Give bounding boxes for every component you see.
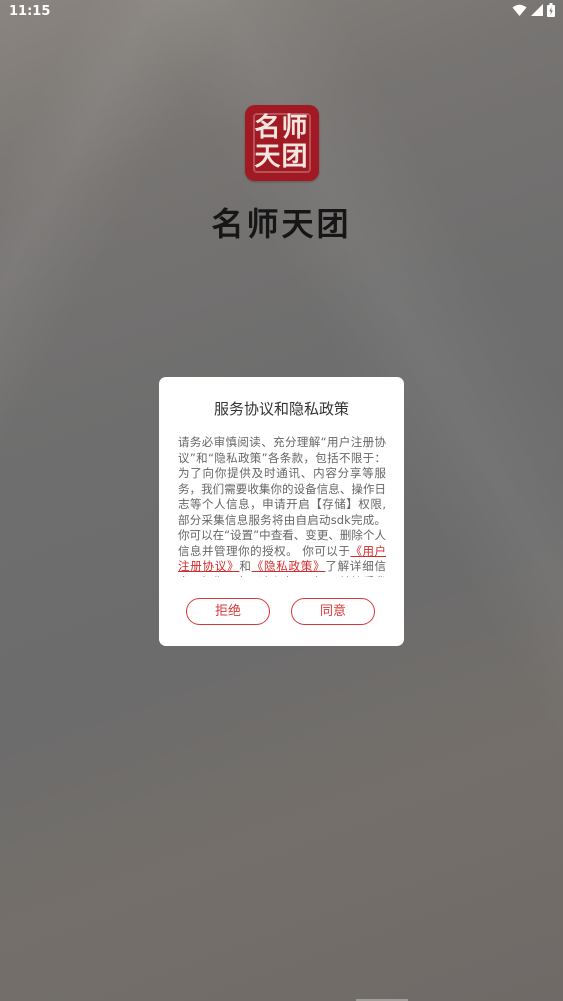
wifi-icon bbox=[512, 4, 527, 16]
dialog-title: 服务协议和隐私政策 bbox=[213, 400, 349, 418]
dialog-body-text: 请务必审慎阅读、充分理解“用户注册协议”和“隐私政策”各条款，包括不限于：为了向… bbox=[178, 435, 386, 558]
logo-badge: 名师 天团 bbox=[244, 105, 319, 181]
battery-icon bbox=[547, 3, 555, 17]
signal-icon bbox=[531, 4, 543, 16]
logo-badge-text: 名师 天团 bbox=[245, 114, 319, 172]
status-icons bbox=[512, 3, 555, 17]
agree-button[interactable]: 同意 bbox=[291, 598, 375, 625]
app-logo: 名师 天团 名师天团 bbox=[0, 105, 563, 245]
logo-badge-line1: 名师 bbox=[254, 113, 309, 143]
status-time: 11:15 bbox=[9, 4, 51, 19]
reject-button[interactable]: 拒绝 bbox=[186, 598, 270, 625]
dialog-body[interactable]: 请务必审慎阅读、充分理解“用户注册协议”和“隐私政策”各条款，包括不限于：为了向… bbox=[178, 435, 386, 577]
dialog-buttons: 拒绝 同意 bbox=[159, 598, 404, 628]
dialog-body-and: 和 bbox=[239, 559, 252, 573]
logo-badge-line2: 天团 bbox=[254, 142, 309, 172]
brand-name: 名师天团 bbox=[211, 205, 352, 243]
privacy-dialog: 服务协议和隐私政策 请务必审慎阅读、充分理解“用户注册协议”和“隐私政策”各条款… bbox=[159, 377, 404, 646]
privacy-policy-link[interactable]: 《隐私政策》 bbox=[252, 559, 326, 573]
status-bar: 11:15 bbox=[0, 0, 563, 24]
